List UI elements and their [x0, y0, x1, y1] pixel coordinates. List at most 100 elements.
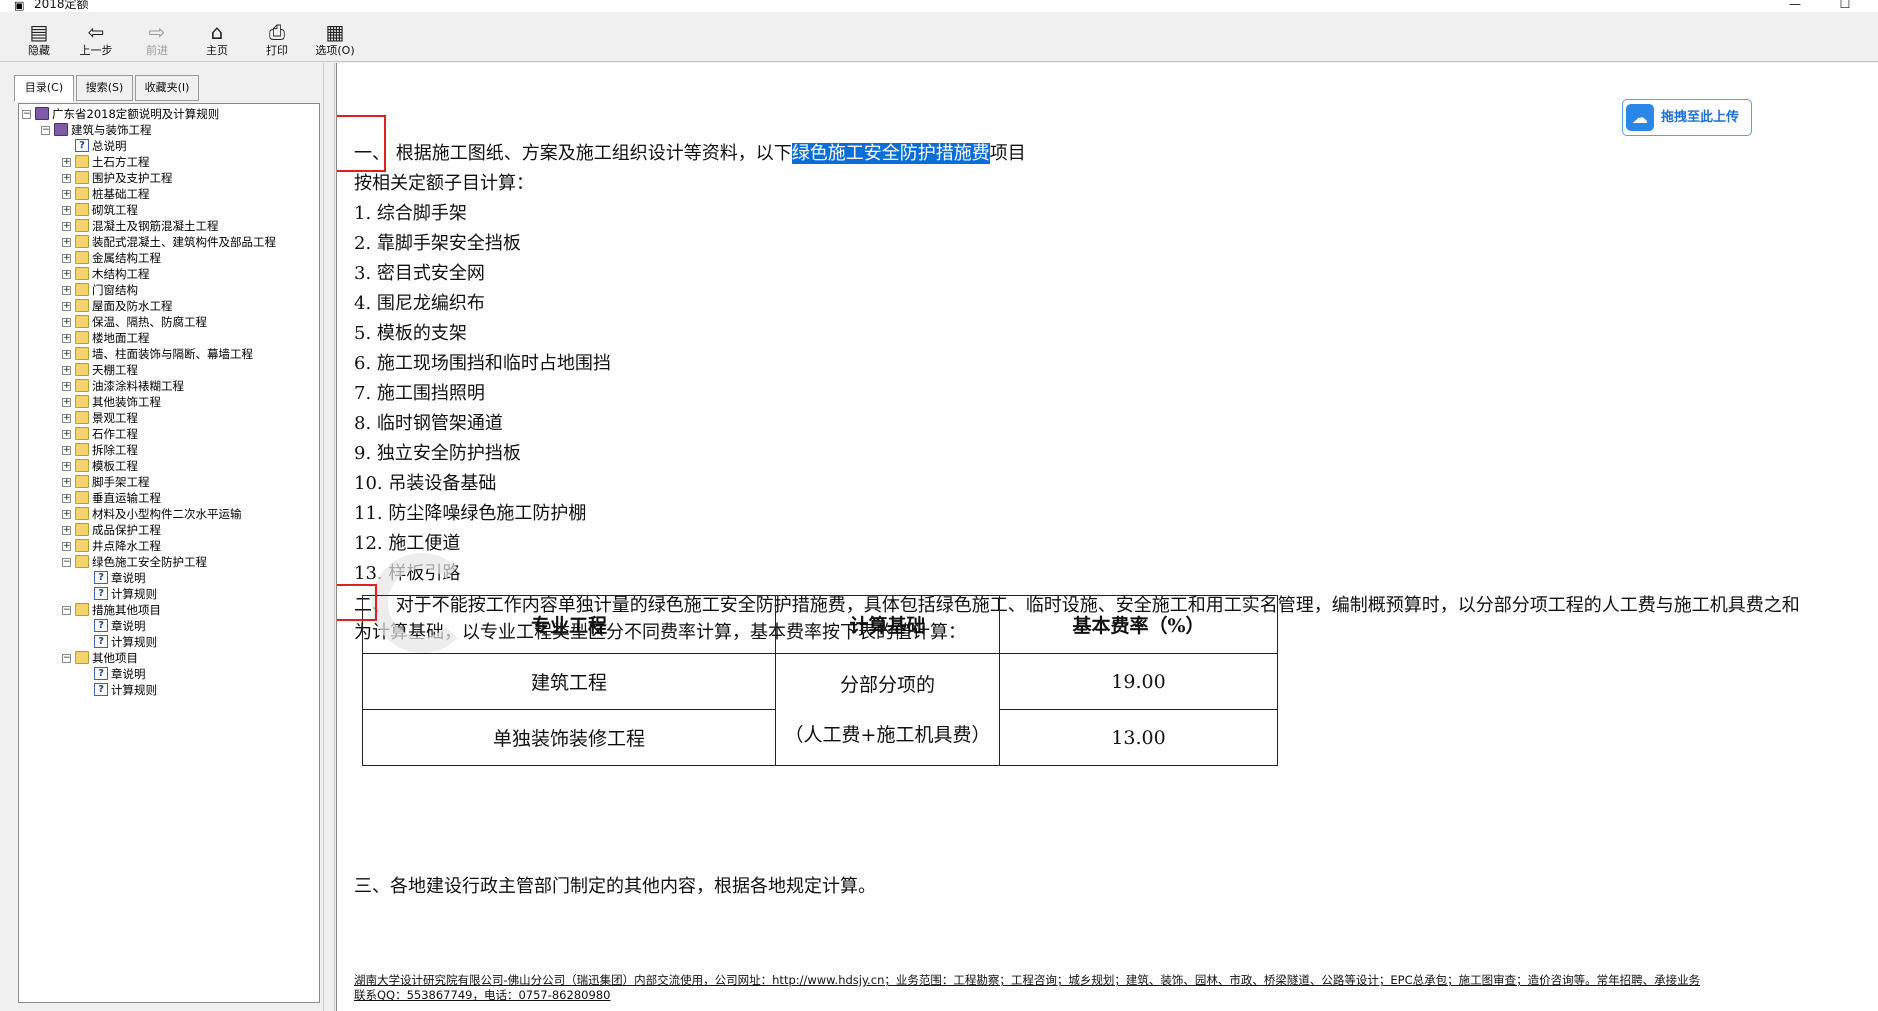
help-icon: ?	[94, 635, 108, 648]
tree-item[interactable]: + 木结构工程	[19, 266, 319, 282]
hide-icon: ▤	[29, 20, 49, 44]
collapse-icon[interactable]: −	[62, 558, 71, 567]
tree-item[interactable]: ? 计算规则	[19, 682, 319, 698]
tree-item[interactable]: + 桩基础工程	[19, 186, 319, 202]
expand-icon[interactable]: +	[62, 542, 71, 551]
forward-button[interactable]: ⇨ 前进	[128, 20, 186, 62]
expand-icon[interactable]: +	[62, 174, 71, 183]
tree-item[interactable]: + 模板工程	[19, 458, 319, 474]
tree-item[interactable]: ? 计算规则	[19, 634, 319, 650]
expand-icon[interactable]: +	[62, 350, 71, 359]
footer-company-info[interactable]: 湖南大学设计研究院有限公司-佛山分公司（瑞迅集团）内部交流使用，公司网址：htt…	[354, 973, 1700, 988]
expand-icon[interactable]: +	[62, 398, 71, 407]
tree-item[interactable]: + 装配式混凝土、建筑构件及部品工程	[19, 234, 319, 250]
pane-splitter[interactable]	[323, 63, 335, 1011]
tree-item-label: 章说明	[111, 619, 146, 633]
tab-2[interactable]: 收藏夹(I)	[135, 75, 199, 101]
folder-icon	[75, 299, 89, 312]
tree-item[interactable]: + 其他装饰工程	[19, 394, 319, 410]
expand-icon[interactable]: +	[62, 238, 71, 247]
expand-icon[interactable]: +	[62, 526, 71, 535]
expand-icon[interactable]: +	[62, 286, 71, 295]
header-rate: 基本费率（%）	[999, 595, 1278, 654]
tree-item[interactable]: − 措施其他项目	[19, 602, 319, 618]
expand-icon[interactable]: +	[62, 494, 71, 503]
maximize-button[interactable]: ☐	[1830, 0, 1860, 11]
tab-1[interactable]: 搜索(S)	[76, 75, 133, 101]
tree-item[interactable]: + 材料及小型构件二次水平运输	[19, 506, 319, 522]
expand-icon[interactable]: +	[62, 270, 71, 279]
expand-icon[interactable]: +	[62, 366, 71, 375]
expand-icon[interactable]: +	[62, 382, 71, 391]
tree-item[interactable]: − 广东省2018定额说明及计算规则	[19, 106, 319, 122]
tree-item[interactable]: + 金属结构工程	[19, 250, 319, 266]
tree-item[interactable]: + 砌筑工程	[19, 202, 319, 218]
collapse-icon[interactable]: −	[22, 110, 31, 119]
expand-icon[interactable]: +	[62, 334, 71, 343]
help-icon: ?	[94, 667, 108, 680]
minimize-button[interactable]: —	[1780, 0, 1810, 11]
contents-tree[interactable]: − 广东省2018定额说明及计算规则 − 建筑与装饰工程? 总说明 + 土石方工程 + 围护及支…	[18, 103, 320, 1003]
tree-item[interactable]: + 土石方工程	[19, 154, 319, 170]
expand-icon[interactable]: +	[62, 478, 71, 487]
folder-icon	[75, 203, 89, 216]
hide-button[interactable]: ▤ 隐藏	[10, 20, 68, 62]
options-button[interactable]: ▦ 选项(O)	[306, 20, 364, 62]
forward-label: 前进	[146, 44, 168, 57]
tree-item[interactable]: + 垂直运输工程	[19, 490, 319, 506]
collapse-icon[interactable]: −	[41, 126, 50, 135]
expand-icon[interactable]: +	[62, 190, 71, 199]
print-button[interactable]: ⎙ 打印	[248, 20, 306, 62]
tree-item[interactable]: + 景观工程	[19, 410, 319, 426]
collapse-icon[interactable]: −	[62, 606, 71, 615]
tree-item[interactable]: ? 章说明	[19, 570, 319, 586]
tree-item[interactable]: − 绿色施工安全防护工程	[19, 554, 319, 570]
tree-item[interactable]: + 屋面及防水工程	[19, 298, 319, 314]
tree-item[interactable]: + 楼地面工程	[19, 330, 319, 346]
tree-item[interactable]: − 其他项目	[19, 650, 319, 666]
tree-item[interactable]: ? 章说明	[19, 666, 319, 682]
paragraph-one-suffix: 项目	[989, 143, 1026, 164]
tree-item[interactable]: − 建筑与装饰工程	[19, 122, 319, 138]
tree-item[interactable]: + 围护及支护工程	[19, 170, 319, 186]
selected-text[interactable]: 绿色施工安全防护措施费	[791, 143, 990, 164]
expand-icon[interactable]: +	[62, 446, 71, 455]
expand-icon[interactable]: +	[62, 302, 71, 311]
collapse-icon[interactable]: −	[62, 654, 71, 663]
expand-icon[interactable]: +	[62, 462, 71, 471]
tree-item[interactable]: + 保温、隔热、防腐工程	[19, 314, 319, 330]
tree-item[interactable]: + 墙、柱面装饰与隔断、幕墙工程	[19, 346, 319, 362]
options-icon: ▦	[325, 20, 345, 44]
upload-drop-button[interactable]: ☁ 拖拽至此上传	[1622, 99, 1752, 136]
footer-contact[interactable]: 联系QQ：553867749，电话：0757-86280980	[354, 988, 610, 1003]
paragraph-three: 三、各地建设行政主管部门制定的其他内容，根据各地规定计算。	[354, 876, 876, 897]
expand-icon[interactable]: +	[62, 430, 71, 439]
tab-0[interactable]: 目录(C)	[14, 75, 74, 102]
tree-item[interactable]: + 石作工程	[19, 426, 319, 442]
expand-icon[interactable]: +	[62, 414, 71, 423]
tree-item[interactable]: + 天棚工程	[19, 362, 319, 378]
tree-item[interactable]: + 门窗结构	[19, 282, 319, 298]
expand-icon[interactable]: +	[62, 318, 71, 327]
tree-item[interactable]: ? 总说明	[19, 138, 319, 154]
tree-item[interactable]: + 脚手架工程	[19, 474, 319, 490]
tree-item[interactable]: + 井点降水工程	[19, 538, 319, 554]
back-label: 上一步	[79, 44, 113, 57]
back-button[interactable]: ⇦ 上一步	[67, 20, 125, 62]
home-button[interactable]: ⌂ 主页	[188, 20, 246, 62]
tree-item[interactable]: ? 章说明	[19, 618, 319, 634]
folder-icon	[75, 267, 89, 280]
tree-item[interactable]: + 混凝土及钢筋混凝土工程	[19, 218, 319, 234]
list-item: 12. 施工便道	[354, 533, 461, 554]
tree-item[interactable]: ? 计算规则	[19, 586, 319, 602]
printer-icon: ⎙	[269, 20, 285, 44]
expand-icon[interactable]: +	[62, 222, 71, 231]
expand-icon[interactable]: +	[62, 158, 71, 167]
list-item: 9. 独立安全防护挡板	[354, 443, 521, 464]
expand-icon[interactable]: +	[62, 206, 71, 215]
expand-icon[interactable]: +	[62, 254, 71, 263]
expand-icon[interactable]: +	[62, 510, 71, 519]
tree-item[interactable]: + 油漆涂料裱糊工程	[19, 378, 319, 394]
tree-item[interactable]: + 拆除工程	[19, 442, 319, 458]
tree-item[interactable]: + 成品保护工程	[19, 522, 319, 538]
